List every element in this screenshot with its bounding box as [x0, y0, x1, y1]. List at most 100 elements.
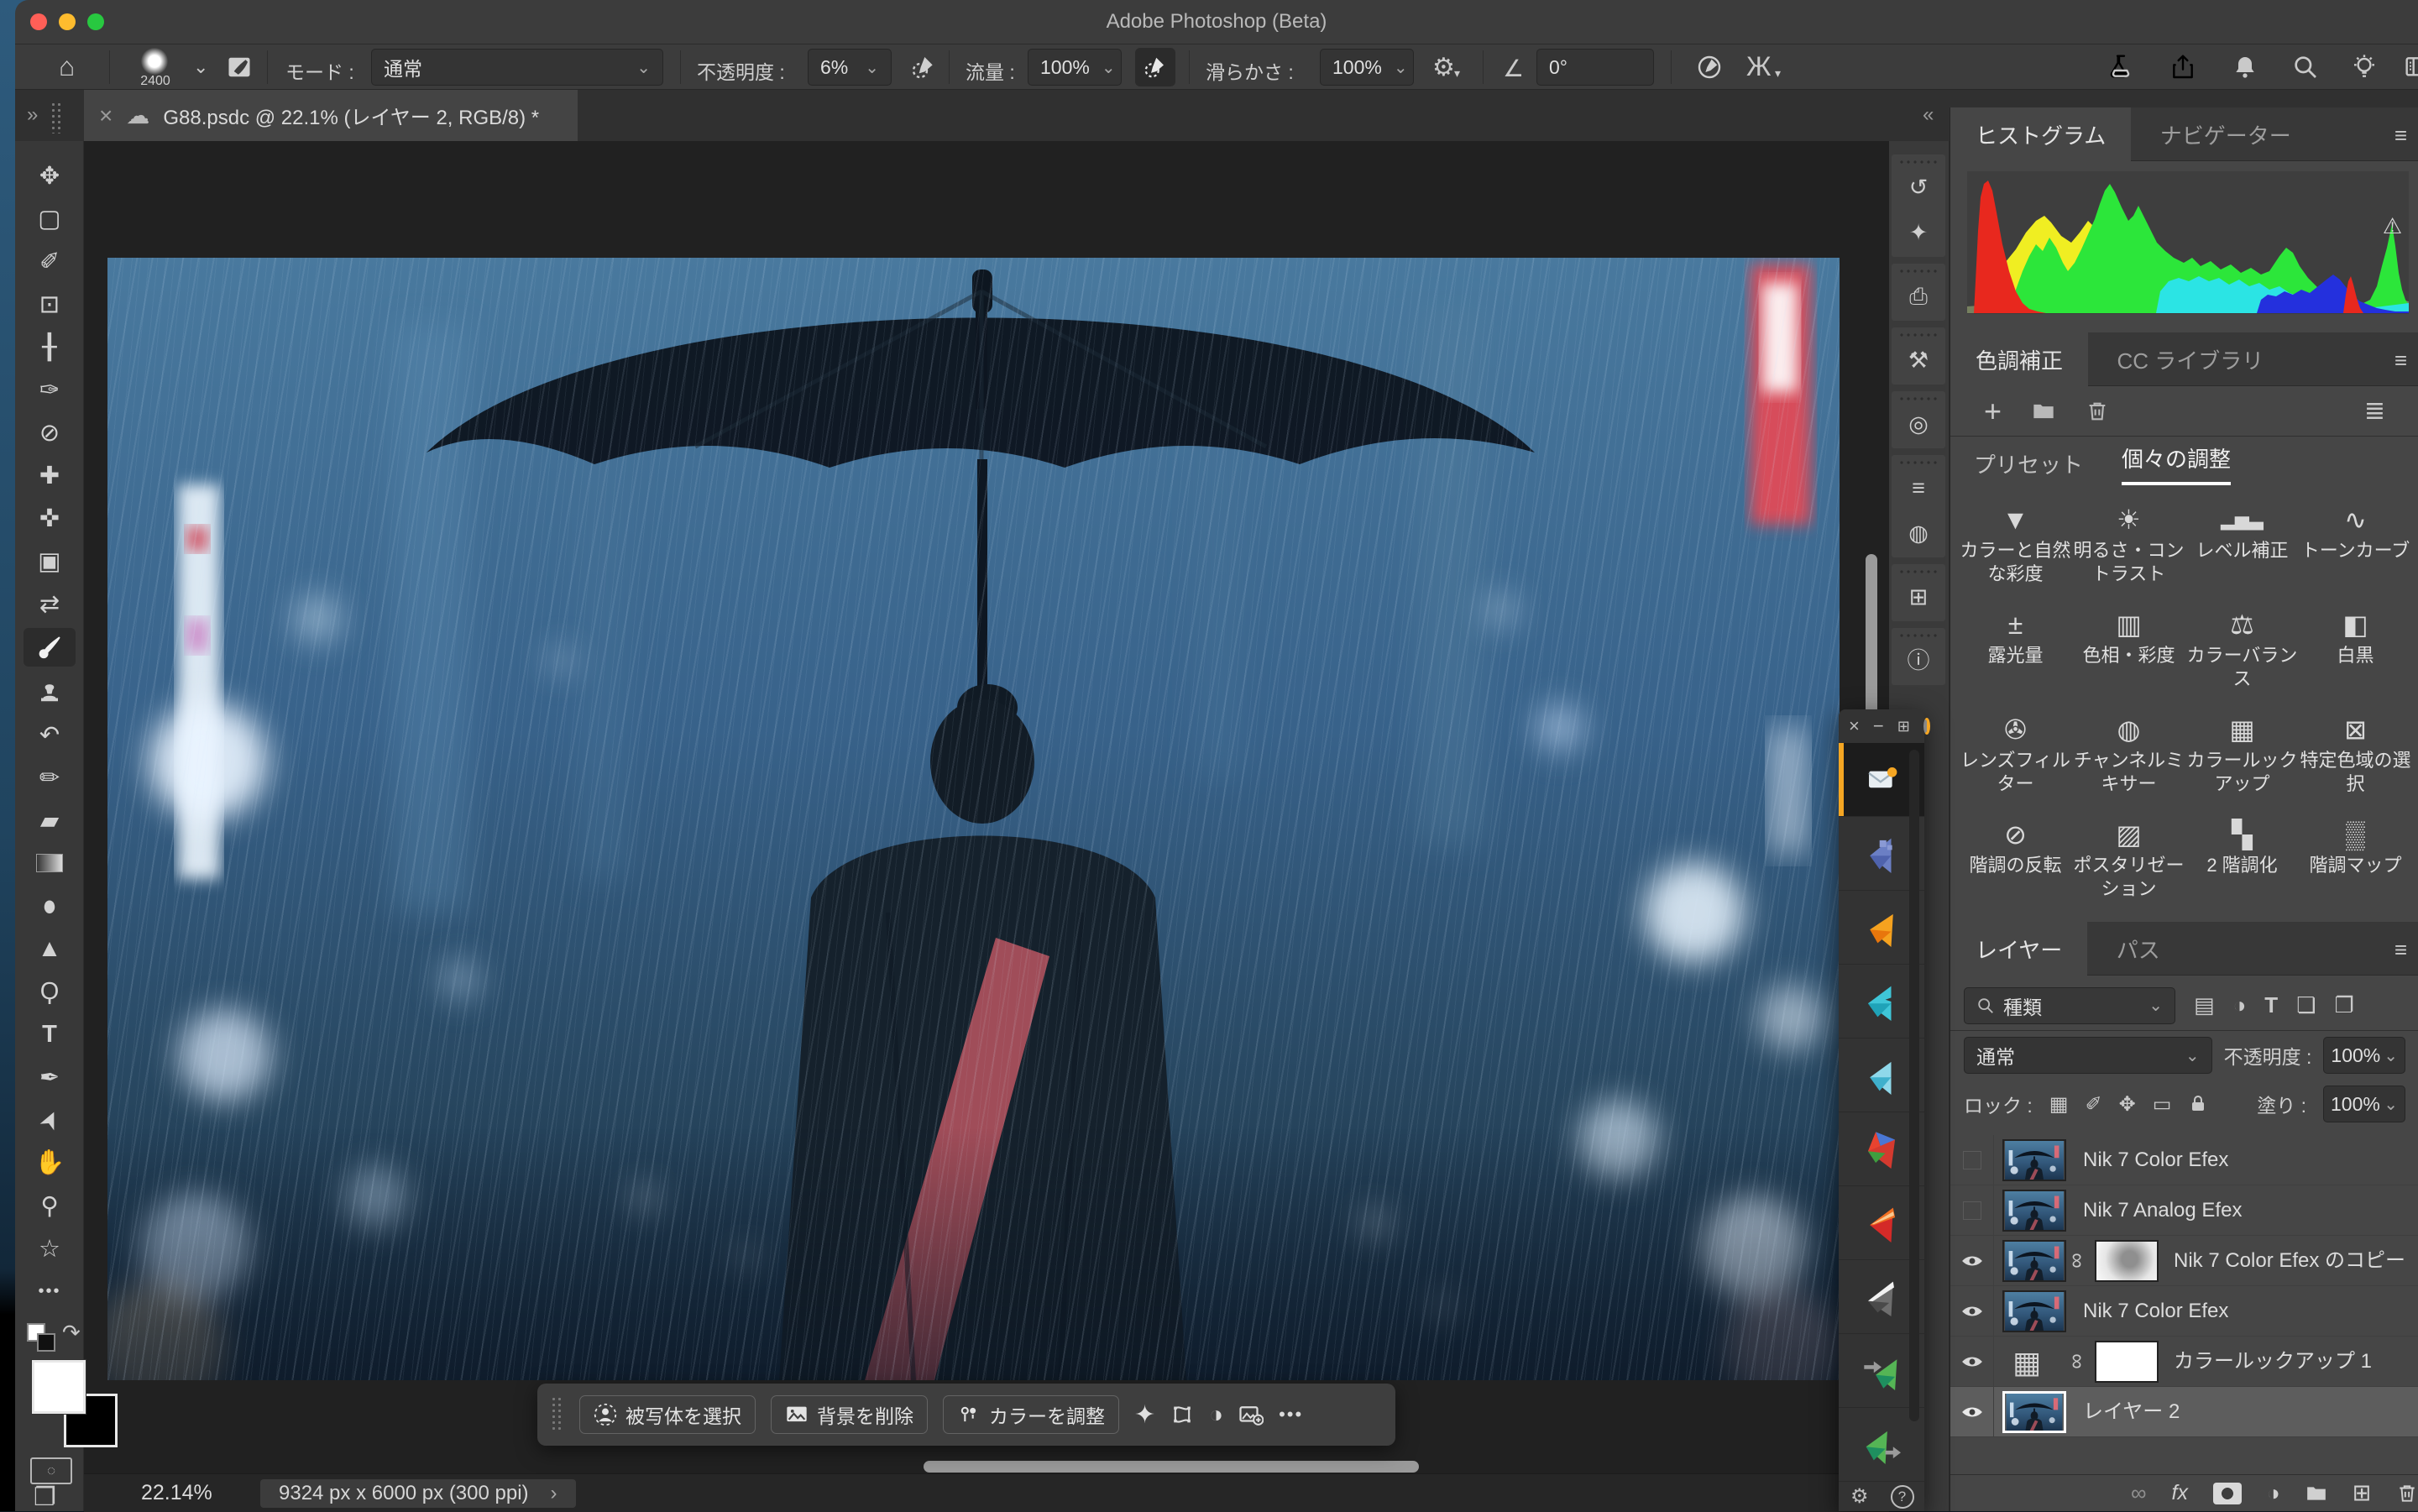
- color-grading-panel-icon[interactable]: ◎: [1892, 401, 1945, 447]
- angle-input[interactable]: 0°: [1536, 49, 1654, 86]
- sharpen-tool[interactable]: ▲: [15, 929, 84, 968]
- custom-shape-tool[interactable]: ☆: [15, 1229, 84, 1268]
- add-mask-icon[interactable]: [2213, 1483, 2242, 1504]
- adj-exposure[interactable]: ±露光量: [1959, 605, 2072, 690]
- lock-position-icon[interactable]: ✥: [2119, 1092, 2136, 1117]
- layer-row-nik7-color-efex-copy[interactable]: ∞ Nik 7 Color Efex のコピー: [1950, 1236, 2418, 1286]
- delete-trash-icon[interactable]: [2086, 400, 2109, 423]
- panel-menu-icon[interactable]: ≡: [2394, 937, 2407, 963]
- brush-settings-panel-icon[interactable]: [227, 55, 252, 80]
- swap-colors-icon[interactable]: ↷: [62, 1320, 81, 1346]
- foreground-color-swatch[interactable]: [32, 1360, 86, 1414]
- filter-image-icon[interactable]: ▤: [2194, 992, 2215, 1018]
- nik-gear-icon[interactable]: ⚙: [1850, 1484, 1869, 1509]
- dock-grip[interactable]: [1898, 395, 1939, 401]
- type-tool[interactable]: T: [15, 1015, 84, 1054]
- new-layer-icon[interactable]: ⊞: [2353, 1480, 2372, 1506]
- tab-navigator[interactable]: ナビゲーター: [2135, 107, 2316, 161]
- history-brush-tool[interactable]: ↶: [15, 715, 84, 754]
- share-icon[interactable]: [2169, 54, 2196, 81]
- transform-warp-icon[interactable]: [1170, 1403, 1194, 1426]
- zoom-window-button[interactable]: [87, 13, 104, 30]
- dock-grip[interactable]: [1898, 159, 1939, 165]
- notifications-bell-icon[interactable]: [2232, 54, 2258, 81]
- visibility-toggle[interactable]: [1950, 1337, 1994, 1387]
- nik-minimize-icon[interactable]: −: [1873, 715, 1884, 737]
- horizontal-scrollbar-thumb[interactable]: [924, 1461, 1419, 1473]
- adj-hue-saturation[interactable]: ▥色相・彩度: [2072, 605, 2185, 690]
- screen-mode-button[interactable]: ❐: [34, 1483, 56, 1512]
- image-plus-icon[interactable]: [1238, 1402, 1264, 1427]
- close-tab-icon[interactable]: ×: [99, 102, 113, 129]
- visibility-toggle[interactable]: [1950, 1236, 1994, 1286]
- chevron-down-icon[interactable]: ⌄: [193, 56, 208, 78]
- taskbar-drag-handle[interactable]: [551, 1396, 564, 1433]
- zoom-tool[interactable]: ⚲: [15, 1186, 84, 1225]
- layer-row-color-lookup[interactable]: ▦ ∞ カラールックアップ 1: [1950, 1337, 2418, 1387]
- opacity-select[interactable]: 6%⌄: [808, 49, 892, 86]
- smoothing-gear-icon[interactable]: ⚙: [1432, 53, 1455, 82]
- zoom-percentage[interactable]: 22.14%: [141, 1481, 212, 1505]
- layer-mask-thumbnail[interactable]: [2095, 1240, 2159, 1282]
- close-window-button[interactable]: [30, 13, 47, 30]
- ai-actions-panel-icon[interactable]: ✦: [1892, 210, 1945, 255]
- histogram-warning-icon[interactable]: ⚠: [2383, 213, 2402, 239]
- dock-grip[interactable]: [1898, 268, 1939, 274]
- layer-row-nik7-analog-efex[interactable]: Nik 7 Analog Efex: [1950, 1185, 2418, 1236]
- visibility-toggle[interactable]: [1950, 1387, 1994, 1437]
- layer-fx-icon[interactable]: fx: [2172, 1481, 2188, 1505]
- adj-black-white[interactable]: ◧白黒: [2299, 605, 2412, 690]
- hand-tool[interactable]: ✋: [15, 1143, 84, 1182]
- adj-invert[interactable]: ⊘階調の反転: [1959, 815, 2072, 900]
- selection-brush-tool[interactable]: ✐: [15, 242, 84, 280]
- canvas-area[interactable]: 被写体を選択 背景を削除 カラーを調整 ✦ ◑ •••: [84, 141, 1889, 1511]
- discover-bulb-icon[interactable]: [2351, 54, 2378, 81]
- marquee-tool[interactable]: ▢: [15, 199, 84, 238]
- tab-adjustments[interactable]: 色調補正: [1950, 332, 2088, 386]
- size-pressure-icon[interactable]: [1696, 54, 1723, 81]
- remove-background-button[interactable]: 背景を削除: [771, 1395, 928, 1434]
- blend-mode-select[interactable]: 通常 ⌄: [1964, 1037, 2212, 1074]
- lock-all-icon[interactable]: [2188, 1094, 2208, 1114]
- adjustment-half-icon[interactable]: ◑: [1209, 1401, 1223, 1428]
- brush-tool-active[interactable]: [24, 628, 76, 667]
- history-panel-icon[interactable]: ↺: [1892, 165, 1945, 210]
- spot-healing-tool[interactable]: ✚: [15, 456, 84, 494]
- filter-shape-icon[interactable]: ❏: [2296, 992, 2316, 1018]
- adj-gradient-map[interactable]: ▒階調マップ: [2299, 815, 2412, 900]
- eraser-tool[interactable]: ▰: [15, 801, 84, 840]
- remove-tool[interactable]: ⊘: [15, 413, 84, 452]
- add-adjustment-icon[interactable]: +: [1984, 394, 2002, 429]
- delete-layer-trash-icon[interactable]: [2396, 1483, 2418, 1504]
- layer-filter-select[interactable]: 種類 ⌄: [1964, 987, 2175, 1024]
- mixer-brush-tool[interactable]: ✏: [15, 758, 84, 797]
- nik-scrollbar-thumb[interactable]: [1909, 750, 1919, 1421]
- lock-pixels-icon[interactable]: ✐: [2085, 1092, 2101, 1117]
- patch-tool[interactable]: ▣: [15, 541, 84, 580]
- blur-tool[interactable]: ●: [15, 882, 84, 930]
- opacity-pressure-icon[interactable]: [910, 54, 937, 81]
- adjustment-presets-panel-icon[interactable]: ≡: [1892, 465, 1945, 510]
- plugins-panel-icon[interactable]: ⊞: [1892, 574, 1945, 620]
- healing-brush-tool[interactable]: ✜: [15, 499, 84, 537]
- adj-color-lookup[interactable]: ▦カラールックアップ: [2185, 710, 2299, 795]
- lock-transparency-icon[interactable]: ▦: [2049, 1092, 2069, 1117]
- adj-color-vibrance[interactable]: ▼カラーと自然な彩度: [1959, 500, 2072, 585]
- quick-mask-button[interactable]: ◌: [30, 1457, 72, 1484]
- new-group-folder-icon[interactable]: [2305, 1483, 2327, 1504]
- adj-curves[interactable]: ∿トーンカーブ: [2299, 500, 2412, 585]
- layer-row-nik7-color-efex-top[interactable]: Nik 7 Color Efex: [1950, 1135, 2418, 1185]
- adj-selective-color[interactable]: ⊠特定色域の選択: [2299, 710, 2412, 795]
- search-icon[interactable]: [2292, 54, 2319, 81]
- workspace-panel-icon[interactable]: [2405, 54, 2418, 81]
- clone-source-panel-icon[interactable]: ⎙: [1892, 274, 1945, 319]
- nik-help-icon[interactable]: ?: [1891, 1485, 1914, 1509]
- eyedropper-tool[interactable]: ✑: [15, 370, 84, 409]
- object-selection-tool[interactable]: ⊡: [15, 285, 84, 323]
- visibility-toggle[interactable]: [1950, 1185, 1994, 1236]
- taskbar-more-icon[interactable]: •••: [1279, 1404, 1303, 1426]
- adjust-color-button[interactable]: カラーを調整: [943, 1395, 1119, 1434]
- dock-grip[interactable]: [1898, 332, 1939, 337]
- adj-threshold[interactable]: ▚2 階調化: [2185, 815, 2299, 900]
- list-view-icon[interactable]: ≣: [2364, 396, 2385, 426]
